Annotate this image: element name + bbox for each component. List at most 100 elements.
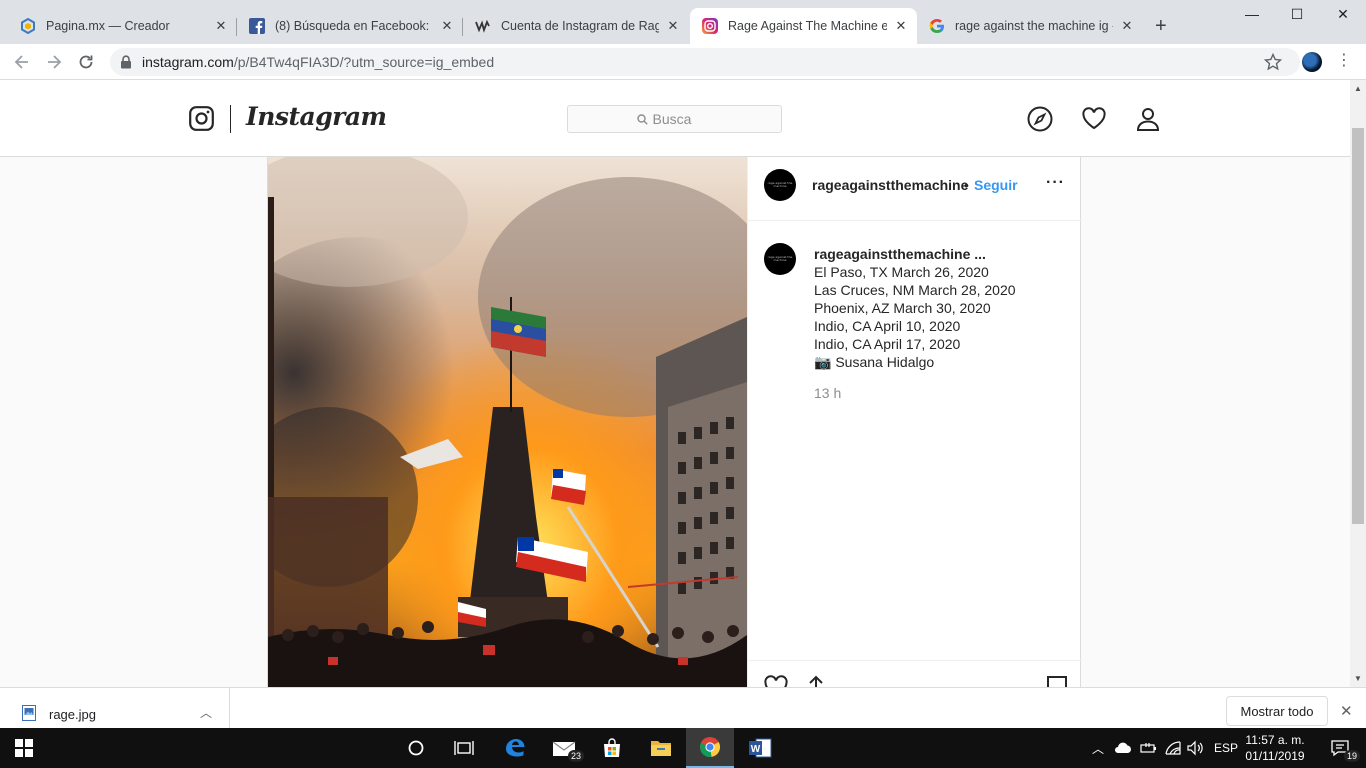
edge-browser-icon[interactable] bbox=[491, 728, 539, 768]
volume-icon[interactable] bbox=[1186, 740, 1204, 756]
mail-icon[interactable]: 23 bbox=[540, 728, 588, 768]
browser-toolbar: instagram.com/p/B4Tw4qFIA3D/?utm_source=… bbox=[0, 44, 1366, 80]
maximize-icon[interactable]: ☐ bbox=[1287, 6, 1307, 26]
tab-close-icon[interactable]: ✕ bbox=[1119, 18, 1135, 34]
tab-google-search[interactable]: rage against the machine ig - E ✕ bbox=[917, 8, 1143, 44]
action-center-icon[interactable]: 19 bbox=[1316, 728, 1364, 768]
like-heart-icon[interactable] bbox=[763, 674, 789, 687]
bookmark-star-icon[interactable] bbox=[1264, 53, 1282, 71]
reload-icon[interactable] bbox=[76, 52, 96, 72]
tab-title: rage against the machine ig - E bbox=[955, 19, 1113, 33]
caption-line: Phoenix, AZ March 30, 2020 bbox=[814, 300, 991, 316]
caption-line: Indio, CA April 10, 2020 bbox=[814, 318, 961, 334]
svg-text:W: W bbox=[751, 744, 761, 755]
caption-avatar[interactable]: rage against the machine bbox=[764, 243, 796, 275]
task-view-icon[interactable] bbox=[440, 728, 488, 768]
tab-title: Pagina.mx — Creador bbox=[46, 19, 170, 33]
tab-close-icon[interactable]: ✕ bbox=[439, 18, 455, 34]
protest-scene-image bbox=[268, 157, 747, 687]
caption-line: El Paso, TX March 26, 2020 bbox=[814, 264, 989, 280]
url-text: instagram.com/p/B4Tw4qFIA3D/?utm_source=… bbox=[142, 54, 494, 70]
download-shelf: rage.jpg ︿ Mostrar todo ✕ bbox=[0, 687, 1366, 729]
forward-arrow-icon[interactable] bbox=[44, 52, 64, 72]
page-scrollbar[interactable]: ▲ ▼ bbox=[1350, 80, 1366, 687]
tab-title: Cuenta de Instagram de Rage A bbox=[501, 19, 659, 33]
lock-icon[interactable] bbox=[120, 55, 132, 69]
account-avatar[interactable]: rage against the machine bbox=[764, 169, 796, 201]
battery-plug-icon[interactable] bbox=[1140, 741, 1158, 755]
caption-text: rageagainstthemachine ... El Paso, TX Ma… bbox=[814, 245, 1016, 371]
system-clock[interactable]: 11:57 a. m. 01/11/2019 bbox=[1244, 732, 1306, 764]
close-shelf-icon[interactable]: ✕ bbox=[1340, 702, 1353, 720]
tab-pagina[interactable]: Pagina.mx — Creador ✕ bbox=[8, 8, 237, 44]
word-icon[interactable]: W bbox=[736, 728, 784, 768]
window-close-icon[interactable]: ✕ bbox=[1333, 6, 1353, 26]
facebook-icon bbox=[249, 18, 265, 34]
instagram-wordmark[interactable]: Instagram bbox=[246, 102, 387, 131]
clock-time: 11:57 a. m. bbox=[1245, 733, 1305, 747]
minimize-icon[interactable]: — bbox=[1242, 6, 1262, 26]
tab-close-icon[interactable]: ✕ bbox=[893, 18, 909, 34]
image-file-icon bbox=[22, 705, 36, 721]
address-bar[interactable]: instagram.com/p/B4Tw4qFIA3D/?utm_source=… bbox=[110, 48, 1300, 76]
new-tab-plus-icon[interactable]: + bbox=[1155, 16, 1167, 36]
share-icon[interactable] bbox=[803, 674, 829, 687]
show-hidden-icons[interactable]: ︿ bbox=[1092, 728, 1104, 768]
instagram-page: Instagram Busca rage against the machine… bbox=[0, 80, 1350, 687]
cortana-search-icon[interactable] bbox=[392, 728, 440, 768]
separator-dot: • bbox=[964, 177, 969, 193]
tab-close-icon[interactable]: ✕ bbox=[213, 18, 229, 34]
caption-username[interactable]: rageagainstthemachine ... bbox=[814, 245, 1016, 263]
chevron-up-icon[interactable]: ︿ bbox=[200, 704, 212, 721]
tab-facebook[interactable]: (8) Búsqueda en Facebook: rag ✕ bbox=[237, 8, 463, 44]
tab-title: (8) Búsqueda en Facebook: rag bbox=[275, 19, 433, 33]
search-box[interactable] bbox=[567, 105, 782, 133]
tab-strip: Pagina.mx — Creador ✕ (8) Búsqueda en Fa… bbox=[0, 0, 1366, 44]
profile-avatar[interactable] bbox=[1302, 52, 1322, 72]
language-indicator[interactable]: ESP bbox=[1214, 728, 1238, 768]
mail-badge: 23 bbox=[568, 750, 585, 762]
download-item[interactable]: rage.jpg ︿ bbox=[0, 688, 230, 729]
compass-explore-icon[interactable] bbox=[1027, 106, 1053, 132]
chile-flag-2 bbox=[551, 469, 586, 505]
save-bookmark-icon[interactable] bbox=[1045, 674, 1071, 687]
instagram-header: Instagram bbox=[0, 80, 1350, 157]
file-explorer-icon[interactable] bbox=[637, 728, 685, 768]
post-header: rage against the machine rageagainstthem… bbox=[748, 157, 1082, 221]
tab-rage-instagram-active[interactable]: Rage Against The Machine en I ✕ bbox=[690, 8, 917, 44]
onedrive-cloud-icon[interactable] bbox=[1114, 741, 1132, 755]
profile-user-icon[interactable] bbox=[1135, 106, 1161, 132]
show-all-downloads-button[interactable]: Mostrar todo bbox=[1226, 696, 1328, 726]
store-icon[interactable] bbox=[588, 728, 636, 768]
instagram-glyph-icon[interactable] bbox=[189, 106, 214, 131]
post-side-panel: rage against the machine rageagainstthem… bbox=[747, 157, 1082, 687]
post-photo[interactable] bbox=[268, 157, 747, 687]
post-username[interactable]: rageagainstthemachine bbox=[812, 177, 968, 193]
post-timestamp[interactable]: 13 h bbox=[814, 385, 841, 401]
heart-activity-icon[interactable] bbox=[1081, 106, 1107, 132]
caption-line: Las Cruces, NM March 28, 2020 bbox=[814, 282, 1016, 298]
more-options-icon[interactable]: ··· bbox=[1046, 174, 1065, 192]
scroll-thumb[interactable] bbox=[1352, 128, 1364, 524]
tab-title: Rage Against The Machine en I bbox=[728, 19, 887, 33]
tab-close-icon[interactable]: ✕ bbox=[665, 18, 681, 34]
wifi-icon[interactable] bbox=[1164, 740, 1182, 756]
url-host: instagram.com bbox=[142, 54, 234, 70]
scroll-up-arrow-icon[interactable]: ▲ bbox=[1354, 84, 1362, 93]
chrome-taskbar-icon[interactable] bbox=[686, 728, 734, 768]
browser-menu-icon[interactable]: ⋮ bbox=[1336, 52, 1352, 70]
clock-date: 01/11/2019 bbox=[1245, 749, 1305, 763]
scroll-down-arrow-icon[interactable]: ▼ bbox=[1354, 674, 1362, 683]
logo-divider bbox=[230, 105, 231, 133]
post-actions bbox=[748, 660, 1082, 687]
hexagon-app-icon bbox=[21, 18, 35, 34]
download-file-name: rage.jpg bbox=[49, 707, 96, 722]
search-input[interactable] bbox=[652, 111, 713, 127]
brand-w-icon bbox=[475, 19, 490, 33]
tab-instagram-account[interactable]: Cuenta de Instagram de Rage A ✕ bbox=[463, 8, 689, 44]
follow-button[interactable]: Seguir bbox=[974, 177, 1018, 193]
notification-count: 19 bbox=[1344, 750, 1361, 762]
windows-taskbar: 23 W ︿ ESP 11:57 a. m. 01/11/2019 19 bbox=[0, 728, 1366, 768]
start-windows-icon[interactable] bbox=[0, 728, 48, 768]
back-arrow-icon[interactable] bbox=[12, 52, 32, 72]
